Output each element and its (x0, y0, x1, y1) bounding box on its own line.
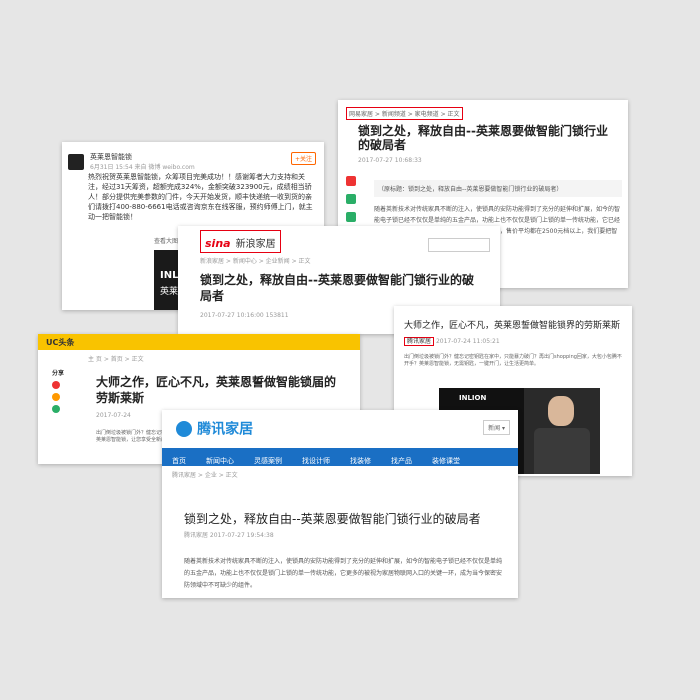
portrait-suit (534, 428, 590, 474)
article-date: 2017-07-24 (96, 412, 131, 419)
weibo-icon[interactable] (52, 381, 60, 389)
product-brand: INLION (459, 394, 487, 402)
search-input[interactable] (428, 238, 490, 252)
article-title: 大师之作，匠心不凡，英莱恩誓做智能锁届的劳斯莱斯 (96, 375, 337, 405)
share-label: 分享 (52, 370, 65, 377)
search-select[interactable]: 新闻 ▾ (483, 420, 510, 435)
article-body: 随着英新技术对传统家具不断的注入，使锁具的安防功能得到了充分的延伸和扩展，如今的… (184, 558, 503, 589)
follow-button[interactable]: +关注 (290, 152, 316, 165)
nav-designers[interactable]: 找设计师 (292, 452, 340, 470)
article-body: 出门倒垃圾被锁门外？健忘记密钥匙在家中，只能暴力破门？再出门shopping回家… (404, 354, 622, 367)
post-text: 热烈祝贺英莱恩智能锁，众筹项目完美成功！！感谢筹者大力支持和关注，经过31天筹资… (88, 173, 313, 221)
article-meta: 腾讯家居 2017-07-24 11:05:21 (404, 336, 500, 346)
breadcrumb[interactable]: 新浪家居 > 新闻中心 > 企业新闻 > 正文 (200, 256, 311, 265)
post-meta: 6月31日 15:54 来自 微博 weibo.com (90, 164, 195, 171)
account-name[interactable]: 英莱恩智能锁 (90, 152, 132, 162)
portrait-face (548, 396, 574, 426)
share-weibo-icon[interactable] (346, 176, 356, 186)
tencent-home-card: 腾讯家居 新闻 ▾ 首页 新闻中心 灵感案例 找设计师 找装修 找产品 装修课堂 腾讯家居 … (162, 410, 518, 598)
main-nav: 首页 新闻中心 灵感案例 找设计师 找装修 找产品 装修课堂 (162, 448, 518, 466)
tencent-home-logo[interactable]: 腾讯家居 (176, 418, 253, 439)
qzone-icon[interactable] (52, 393, 60, 401)
nav-classroom[interactable]: 装修课堂 (422, 452, 470, 470)
sina-logo-mark: sina (205, 237, 231, 250)
uc-header: UC头条 (38, 334, 360, 350)
nav-news[interactable]: 新闻中心 (196, 452, 244, 470)
sina-logo[interactable]: sina 新浪家居 (200, 230, 281, 253)
logo-text: 腾讯家居 (197, 421, 254, 438)
wechat-icon[interactable] (52, 405, 60, 413)
source-label[interactable]: 腾讯家居 (404, 337, 435, 346)
share-moments-icon[interactable] (346, 212, 356, 222)
article-meta: 2017-07-27 10:68:33 (358, 157, 422, 164)
article-title: 锁到之处，释放自由--英莱恩要做智能门锁行业的破局者 (358, 124, 608, 152)
sina-logo-text: 新浪家居 (235, 239, 276, 250)
portrait-image (524, 388, 600, 474)
nav-home[interactable]: 首页 (162, 452, 196, 470)
breadcrumb[interactable]: 网易家居 > 新闻频道 > 家电频道 > 正文 (346, 107, 463, 120)
article-title: 锁到之处，释放自由--英莱恩要做智能门锁行业的破局者 (200, 273, 474, 303)
breadcrumb[interactable]: 主 页 > 首页 > 正文 (88, 354, 144, 363)
nav-decoration[interactable]: 找装修 (340, 452, 381, 470)
uc-logo[interactable]: UC头条 (46, 337, 74, 348)
tencent-logo-icon (176, 420, 192, 437)
original-title-quote: （原标题：锁到之处，释放自由--英莱恩要做智能门锁行业的破局者） (374, 180, 622, 197)
share-wechat-icon[interactable] (346, 194, 356, 204)
article-title: 大师之作，匠心不凡，英莱恩誓做智能锁界的劳斯莱斯 (404, 321, 621, 331)
publish-time: 2017-07-24 11:05:21 (435, 338, 500, 345)
avatar[interactable] (68, 154, 84, 170)
nav-products[interactable]: 找产品 (381, 452, 422, 470)
article-meta: 腾讯家居 2017-07-27 19:54:38 (184, 532, 274, 539)
nav-inspiration[interactable]: 灵感案例 (244, 452, 292, 470)
breadcrumb[interactable]: 腾讯家居 > 企业 > 正文 (172, 470, 238, 479)
article-meta: 2017-07-27 10:16:00 153811 (200, 312, 289, 319)
share-panel: 分享 (52, 368, 64, 413)
article-title: 锁到之处，释放自由--英莱恩要做智能门锁行业的破局者 (184, 512, 481, 526)
